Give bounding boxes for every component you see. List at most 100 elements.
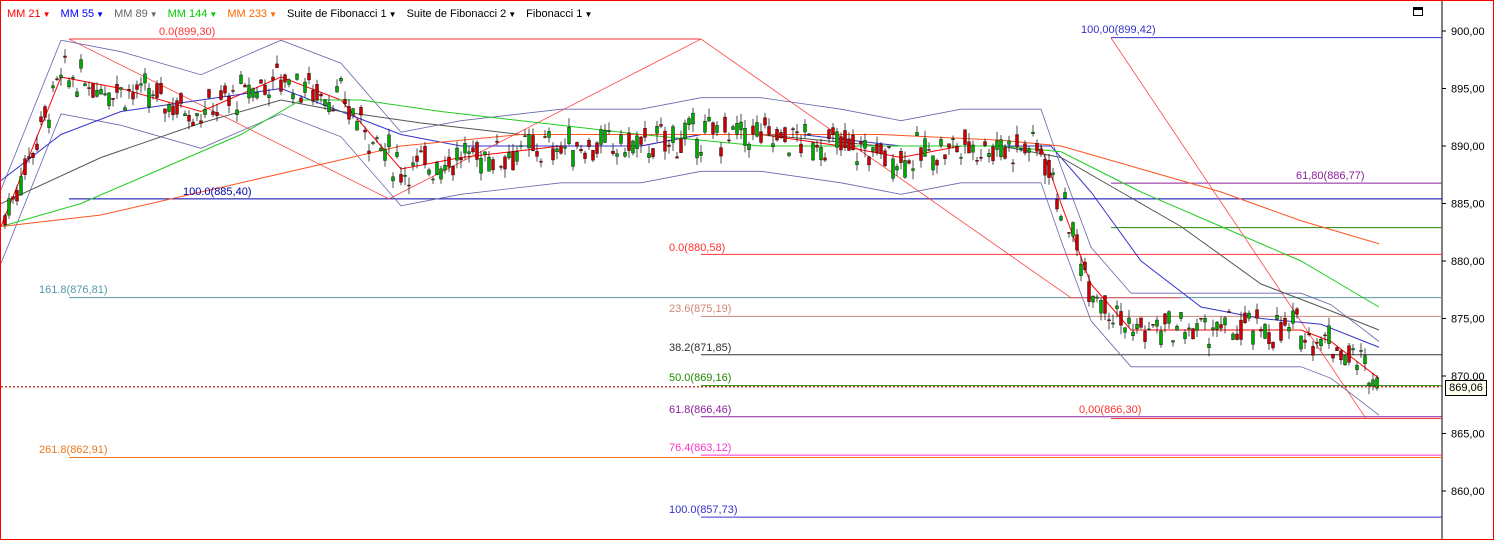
candle-body (675, 156, 679, 159)
candle-body (939, 139, 943, 146)
candle-body (11, 196, 15, 200)
candle-body (771, 143, 775, 148)
candle-body (663, 130, 667, 152)
candle-body (707, 117, 711, 122)
candle-body (1259, 329, 1263, 332)
candle-body (1015, 134, 1019, 147)
candle-body (115, 83, 119, 93)
toolbar-item-mm55[interactable]: MM 55 ▼ (61, 8, 105, 20)
candle-body (1143, 331, 1147, 342)
candle-body (963, 129, 967, 145)
candle-body (255, 91, 259, 99)
candle-body (259, 79, 263, 84)
candle-body (747, 143, 751, 150)
toolbar-item-fib-suite-2[interactable]: Suite de Fibonacci 2 ▼ (407, 8, 517, 20)
candle-body (1135, 323, 1139, 330)
candle-body (951, 138, 955, 140)
candle-body (219, 90, 223, 100)
candle-body (387, 134, 391, 148)
candle-body (1207, 343, 1211, 348)
y-tick-label: 890,00 (1451, 141, 1485, 153)
candle-body (967, 141, 971, 154)
toolbar-item-mm144[interactable]: MM 144 ▼ (168, 8, 218, 20)
candle-body (1347, 345, 1351, 363)
candle-body (1159, 330, 1163, 345)
candle-body (175, 100, 179, 115)
candle-body (651, 148, 655, 157)
candle-body (1119, 311, 1123, 326)
candle-body (211, 111, 215, 115)
price-chart[interactable]: 900,00895,00890,00885,00880,00875,00870,… (1, 1, 1493, 539)
candle-body (1275, 315, 1279, 320)
candle-body (327, 102, 331, 112)
candle-body (667, 144, 671, 147)
toolbar-item-fib-suite-1[interactable]: Suite de Fibonacci 1 ▼ (287, 8, 397, 20)
candle-body (351, 108, 355, 115)
candle-body (271, 76, 275, 81)
candle-body (1175, 325, 1179, 331)
candle-body (147, 88, 151, 108)
fib-label: 100.0(885,40) (183, 186, 252, 198)
candle-body (31, 152, 35, 158)
candle-body (15, 190, 19, 202)
candle-body (811, 142, 815, 161)
candle-body (1211, 327, 1215, 331)
candle-body (1019, 148, 1023, 150)
candle-body (567, 126, 571, 144)
candle-body (1187, 327, 1191, 330)
candle-body (643, 128, 647, 138)
candle-body (843, 130, 847, 148)
maximize-window-icon[interactable] (1413, 7, 1423, 16)
toolbar-item-label: Suite de Fibonacci 1 (286, 8, 387, 20)
candle-body (591, 150, 595, 161)
fib-label: 38.2(871,85) (669, 342, 732, 354)
candle-body (1055, 199, 1059, 210)
candle-body (263, 84, 267, 95)
fib-label: 61.8(866,46) (669, 404, 732, 416)
candle-body (187, 114, 191, 122)
candle-body (719, 147, 723, 157)
candle-body (135, 84, 139, 90)
candle-body (203, 109, 207, 115)
candle-body (407, 184, 411, 187)
candle-body (639, 136, 643, 145)
candle-body (767, 126, 771, 135)
candle-body (791, 128, 795, 130)
candle-body (1179, 312, 1183, 319)
candle-body (447, 156, 451, 168)
candle-body (1263, 324, 1267, 339)
candle-body (391, 176, 395, 182)
toolbar-item-label: MM 233 (227, 8, 268, 20)
toolbar-item-mm21[interactable]: MM 21 ▼ (7, 8, 51, 20)
fib-label: 23.6(875,19) (669, 303, 732, 315)
y-tick-label: 865,00 (1451, 429, 1485, 441)
candle-body (483, 151, 487, 155)
candle-body (75, 91, 79, 97)
toolbar-item-label: MM 144 (167, 8, 208, 20)
toolbar-item-mm89[interactable]: MM 89 ▼ (114, 8, 158, 20)
chart-window: MM 21 ▼ MM 55 ▼ MM 89 ▼ MM 144 ▼ MM 233 ▼ Sui… (0, 0, 1494, 540)
candle-body (99, 89, 103, 95)
candle-body (395, 152, 399, 157)
candle-body (1271, 341, 1275, 349)
candle-body (691, 112, 695, 125)
candle-body (1011, 162, 1015, 165)
toolbar-item-mm233[interactable]: MM 233 ▼ (227, 8, 277, 20)
candle-body (1083, 261, 1087, 271)
candle-body (611, 150, 615, 154)
candle-body (491, 159, 495, 171)
candle-body (751, 125, 755, 135)
candle-body (1103, 295, 1107, 314)
candle-body (303, 81, 307, 93)
candle-body (331, 109, 335, 112)
candle-body (27, 156, 31, 160)
candle-body (311, 90, 315, 102)
candle-body (983, 141, 987, 146)
candle-body (927, 149, 931, 151)
candle-body (231, 90, 235, 92)
candle-body (975, 160, 979, 162)
chevron-down-icon: ▼ (209, 9, 218, 19)
toolbar-item-fibonacci-1[interactable]: Fibonacci 1 ▼ (526, 8, 592, 20)
candle-body (1071, 222, 1075, 237)
candle-body (51, 85, 55, 89)
